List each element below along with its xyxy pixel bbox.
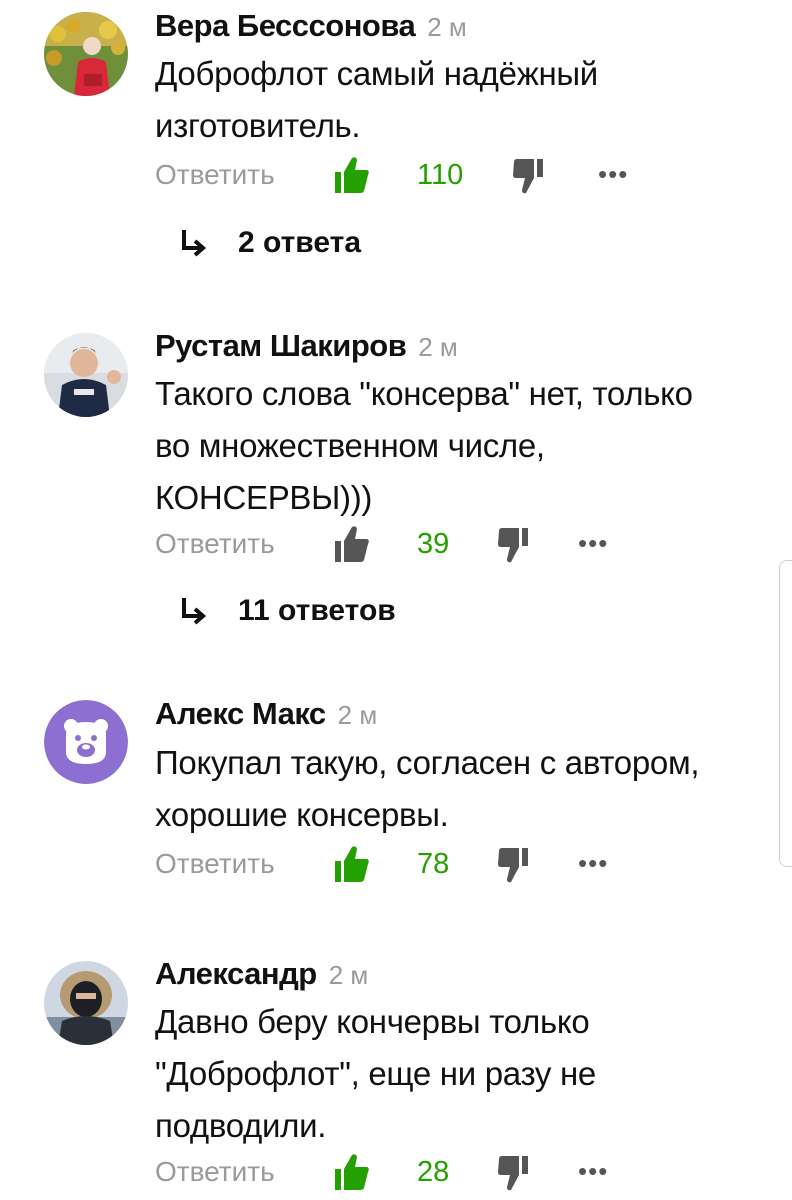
more-dots-icon[interactable]: ••• <box>578 1152 618 1192</box>
comment-text-line: Покупал такую, согласен с автором, <box>155 744 700 781</box>
thumbs-up-icon[interactable] <box>335 524 369 564</box>
comment-time: 2 м <box>427 12 467 42</box>
thumbs-down-icon[interactable] <box>513 157 543 195</box>
comment-text-line: во множественном числе, <box>155 427 545 464</box>
avatar[interactable] <box>44 961 128 1045</box>
avatar[interactable] <box>44 333 128 417</box>
comment-text-line: изготовитель. <box>155 107 361 144</box>
author-name[interactable]: Алекс Макс <box>155 696 326 731</box>
author-name[interactable]: Александр <box>155 956 317 991</box>
reply-button[interactable]: Ответить <box>155 844 275 884</box>
comment-header: Рустам Шакиров 2 м <box>155 328 458 364</box>
comment-text-line: Давно беру кончервы только <box>155 1003 590 1040</box>
author-name[interactable]: Рустам Шакиров <box>155 328 407 363</box>
comment-text: Такого слова "консерва" нет, только во м… <box>155 368 765 524</box>
comment-text: Доброфлот самый надёжный изготовитель. <box>155 48 765 152</box>
comment-actions: Ответить 78 ••• <box>155 844 715 884</box>
comment-text: Покупал такую, согласен с автором, хорош… <box>155 737 765 841</box>
comment-header: Александр 2 м <box>155 956 368 992</box>
reply-button[interactable]: Ответить <box>155 524 275 564</box>
reply-arrow-icon <box>180 596 208 626</box>
like-count: 28 <box>417 1156 450 1188</box>
more-dots-icon[interactable]: ••• <box>598 155 638 195</box>
thumbs-down-icon[interactable] <box>498 526 528 564</box>
avatar[interactable] <box>44 12 128 96</box>
avatar[interactable] <box>44 700 128 784</box>
thumbs-down-icon[interactable] <box>498 1154 528 1192</box>
comment-text: Давно беру кончервы только "Доброфлот", … <box>155 996 765 1152</box>
comment-actions: Ответить 28 ••• <box>155 1152 715 1192</box>
thumbs-up-icon[interactable] <box>335 155 369 195</box>
comment-text-line: КОНСЕРВЫ))) <box>155 479 373 516</box>
more-dots-icon[interactable]: ••• <box>578 844 618 884</box>
comment-text-line: Такого слова "консерва" нет, только <box>155 375 693 412</box>
comment-time: 2 м <box>337 700 378 730</box>
replies-link[interactable]: 11 ответов <box>180 594 396 638</box>
more-dots-icon[interactable]: ••• <box>578 524 618 564</box>
comment-text-line: хорошие консервы. <box>155 796 449 833</box>
comment-time: 2 м <box>418 332 458 362</box>
thumbs-up-icon[interactable] <box>335 844 369 884</box>
comment-actions: Ответить 39 ••• <box>155 524 715 564</box>
author-name[interactable]: Вера Бесссонова <box>155 8 416 43</box>
like-count: 39 <box>417 528 450 560</box>
comment-actions: Ответить 110 ••• <box>155 155 715 195</box>
like-count: 78 <box>417 848 450 880</box>
comment-header: Вера Бесссонова 2 м <box>155 8 467 44</box>
comment-text-line: Доброфлот самый надёжный <box>155 55 598 92</box>
comment-header: Алекс Макс 2 м <box>155 696 377 732</box>
comment-text-line: "Доброфлот", еще ни разу не <box>155 1055 596 1092</box>
scrollbar[interactable] <box>779 560 792 867</box>
reply-arrow-icon <box>180 228 208 258</box>
comment-text-line: подводили. <box>155 1107 327 1144</box>
like-count: 110 <box>417 159 464 191</box>
reply-button[interactable]: Ответить <box>155 1152 275 1192</box>
thumbs-up-icon[interactable] <box>335 1152 369 1192</box>
replies-count: 11 ответов <box>238 594 396 627</box>
replies-count: 2 ответа <box>238 226 362 259</box>
thumbs-down-icon[interactable] <box>498 846 528 884</box>
reply-button[interactable]: Ответить <box>155 155 275 195</box>
comment-time: 2 м <box>328 960 369 990</box>
replies-link[interactable]: 2 ответа <box>180 226 361 270</box>
